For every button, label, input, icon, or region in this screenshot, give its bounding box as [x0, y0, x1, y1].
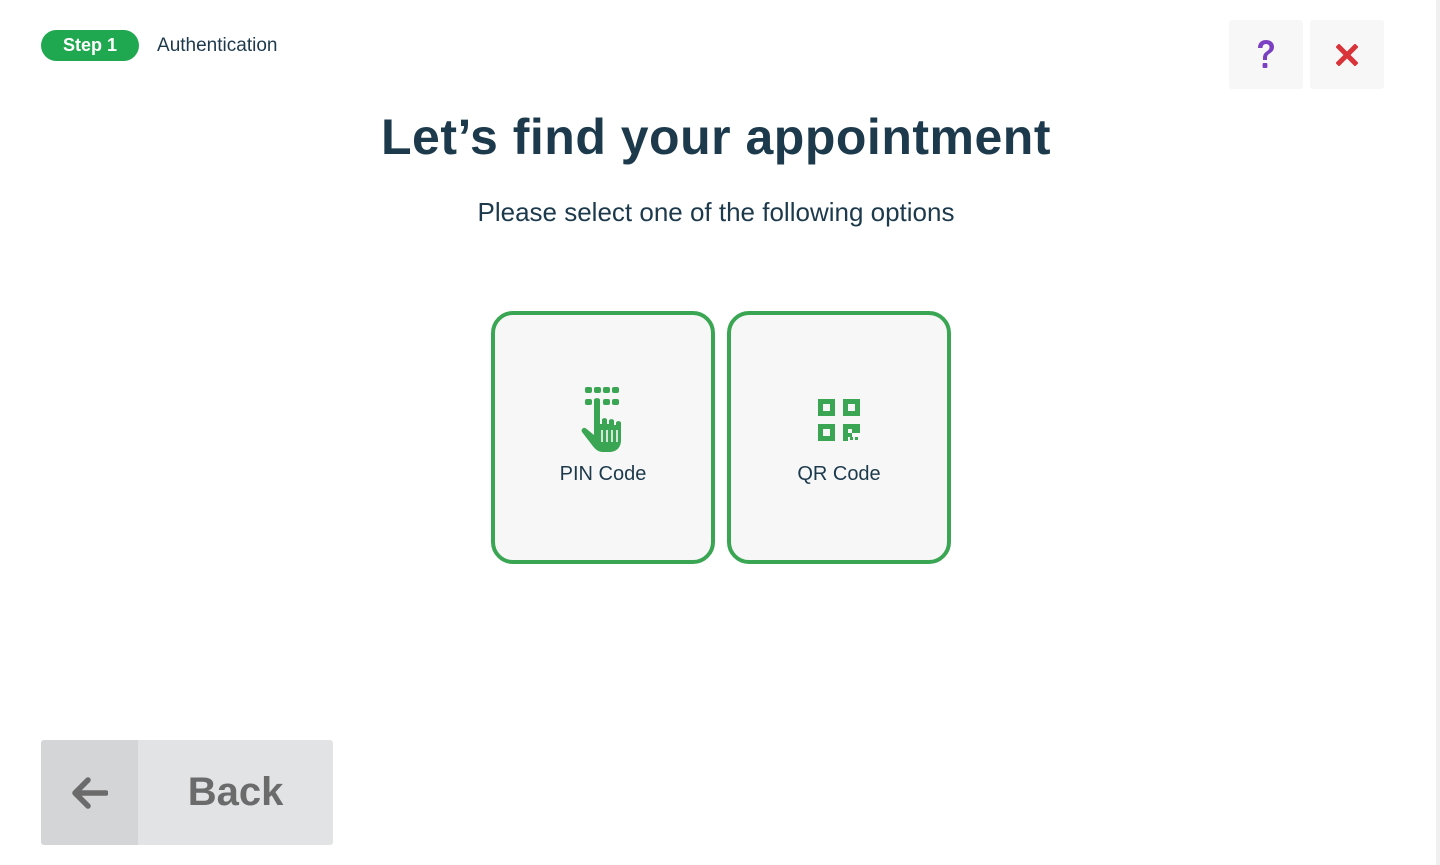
pin-code-option[interactable]: PIN Code [491, 311, 715, 564]
scroll-edge [1436, 0, 1440, 865]
auth-options: PIN Code QR Code [491, 311, 951, 564]
qr-code-label: QR Code [797, 463, 881, 485]
qr-code-icon [818, 399, 860, 441]
step-badge: Step 1 [41, 30, 140, 61]
question-mark-icon [1258, 39, 1274, 68]
step-indicator: Step 1 Authentication [41, 30, 277, 61]
close-x-icon [1336, 43, 1358, 66]
page-title: Let’s find your appointment [381, 109, 1051, 165]
qr-code-option[interactable]: QR Code [727, 311, 951, 564]
pin-code-label: PIN Code [559, 463, 647, 485]
close-button[interactable] [1310, 20, 1384, 89]
help-button[interactable] [1229, 20, 1303, 89]
keypad-hand-icon [581, 387, 621, 452]
page: Step 1 Authentication Let’s find your ap… [0, 0, 1440, 865]
option-icon-wrap [818, 385, 860, 455]
top-actions [1229, 20, 1384, 89]
back-label: Back [138, 740, 333, 845]
option-icon-wrap [581, 385, 625, 455]
back-button[interactable]: Back [41, 740, 333, 845]
page-subtitle: Please select one of the following optio… [477, 197, 955, 227]
back-arrow-area [41, 740, 138, 845]
step-label: Authentication [157, 34, 278, 56]
arrow-left-icon [71, 776, 108, 809]
